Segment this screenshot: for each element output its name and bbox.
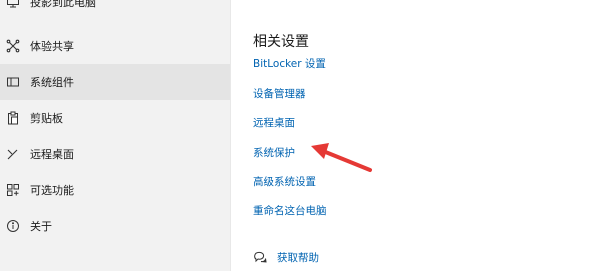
project-icon [6,0,20,9]
system-protection-link[interactable]: 系统保护 [253,145,295,160]
rename-pc-link[interactable]: 重命名这台电脑 [253,203,327,218]
get-help-label: 获取帮助 [277,251,319,264]
sidebar-item-optional-features[interactable]: 可选功能 [0,172,230,208]
sidebar-item-label: 剪贴板 [30,112,63,125]
bitlocker-settings-link[interactable]: BitLocker 设置 [253,56,326,71]
sidebar-item-label: 系统组件 [30,76,74,89]
sidebar: 投影到此电脑 体验共享 系统组件 剪贴板 远程桌面 可选功能 关于 [0,0,230,271]
sidebar-item-system-components[interactable]: 系统组件 [0,64,230,100]
section-title: 相关设置 [253,34,309,50]
remote-desktop-icon [6,147,20,161]
sidebar-item-label: 远程桌面 [30,148,74,161]
sidebar-item-project[interactable]: 投影到此电脑 [0,0,230,28]
sidebar-item-share-experience[interactable]: 体验共享 [0,28,230,64]
sidebar-item-clipboard[interactable]: 剪贴板 [0,100,230,136]
annotation-arrow [311,143,372,172]
share-experience-icon [6,39,20,53]
info-icon [6,219,20,233]
optional-features-icon [6,183,20,197]
sidebar-item-label: 投影到此电脑 [30,0,96,9]
settings-window: 投影到此电脑 体验共享 系统组件 剪贴板 远程桌面 可选功能 关于 相关设置 B… [0,0,600,271]
clipboard-icon [6,111,20,125]
get-help-link[interactable]: 获取帮助 [253,248,319,266]
sidebar-item-label: 关于 [30,220,52,233]
sidebar-item-about[interactable]: 关于 [0,208,230,244]
sidebar-item-remote-desktop[interactable]: 远程桌面 [0,136,230,172]
device-manager-link[interactable]: 设备管理器 [253,86,306,101]
pane-divider [230,0,231,271]
sidebar-item-label: 体验共享 [30,40,74,53]
sidebar-item-label: 可选功能 [30,184,74,197]
remote-desktop-link[interactable]: 远程桌面 [253,115,295,130]
help-chat-icon [253,250,267,264]
system-components-icon [6,75,20,89]
